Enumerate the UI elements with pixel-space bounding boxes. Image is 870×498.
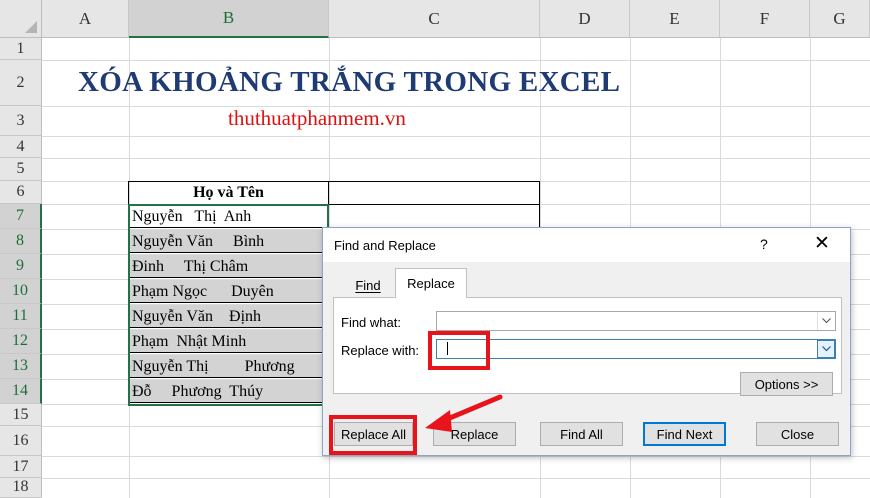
arrow-annotation <box>425 394 503 432</box>
arrow-head <box>425 410 452 432</box>
tab-replace[interactable]: Replace <box>395 268 467 298</box>
tab-replace-label: Replace <box>407 276 455 291</box>
arrow-line <box>442 394 503 423</box>
